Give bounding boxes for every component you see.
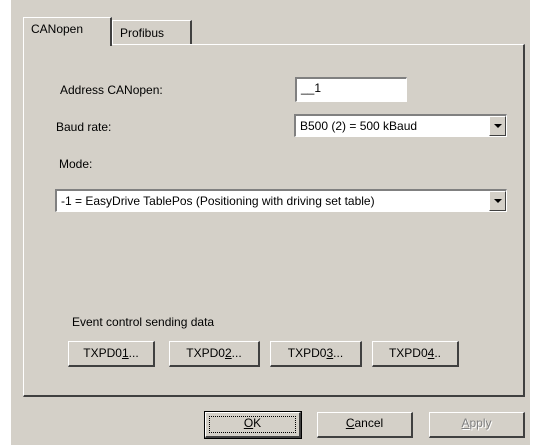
baud-rate-label: Baud rate:	[56, 120, 112, 134]
txpd01-suffix: ...	[128, 346, 139, 360]
mode-value: -1 = EasyDrive TablePos (Positioning wit…	[61, 194, 375, 208]
apply-accel: A	[461, 416, 470, 430]
txpd01-accel: 1	[121, 346, 129, 360]
txpd04-suffix: ..	[434, 346, 442, 360]
address-value: __1	[301, 81, 322, 95]
ok-focus-rect	[209, 416, 296, 433]
apply-button[interactable]: Apply	[429, 412, 525, 438]
txpd04-prefix: TXPD0	[388, 346, 428, 360]
txpd02-accel: 2	[224, 346, 232, 360]
tab-profibus-label: Profibus	[120, 26, 165, 40]
tab-canopen-label: CANopen	[31, 22, 84, 36]
txpd01-button[interactable]: TXPD01...	[68, 341, 155, 367]
baud-rate-select[interactable]: B500 (2) = 500 kBaud	[294, 114, 507, 137]
txpd01-prefix: TXPD0	[83, 346, 122, 360]
tab-canopen[interactable]: CANopen	[23, 17, 112, 46]
cancel-label: ancel	[354, 416, 384, 430]
ok-button[interactable]: OK	[204, 411, 302, 439]
baud-rate-dropdown-icon[interactable]	[489, 116, 506, 136]
cancel-button[interactable]: Cancel	[317, 412, 413, 438]
txpd02-prefix: TXPD0	[186, 346, 225, 360]
dialog: CANopen Profibus Address CANopen: __1 Ba…	[11, 0, 530, 445]
apply-label: pply	[469, 416, 492, 430]
address-label: Address CANopen:	[60, 83, 163, 97]
mode-label: Mode:	[59, 157, 93, 171]
baud-rate-value: B500 (2) = 500 kBaud	[300, 119, 418, 133]
txpd03-prefix: TXPD0	[287, 346, 327, 360]
txpd02-suffix: ...	[231, 346, 242, 360]
txpd02-button[interactable]: TXPD02...	[169, 341, 260, 367]
mode-select[interactable]: -1 = EasyDrive TablePos (Positioning wit…	[55, 189, 507, 212]
txpd03-suffix: ...	[333, 346, 344, 360]
address-input[interactable]: __1	[295, 77, 407, 102]
mode-dropdown-icon[interactable]	[489, 191, 506, 211]
txpd03-button[interactable]: TXPD03...	[270, 341, 362, 367]
txpd04-button[interactable]: TXPD04..	[372, 341, 459, 367]
tab-profibus[interactable]: Profibus	[112, 20, 192, 44]
event-control-title: Event control sending data	[69, 315, 218, 329]
